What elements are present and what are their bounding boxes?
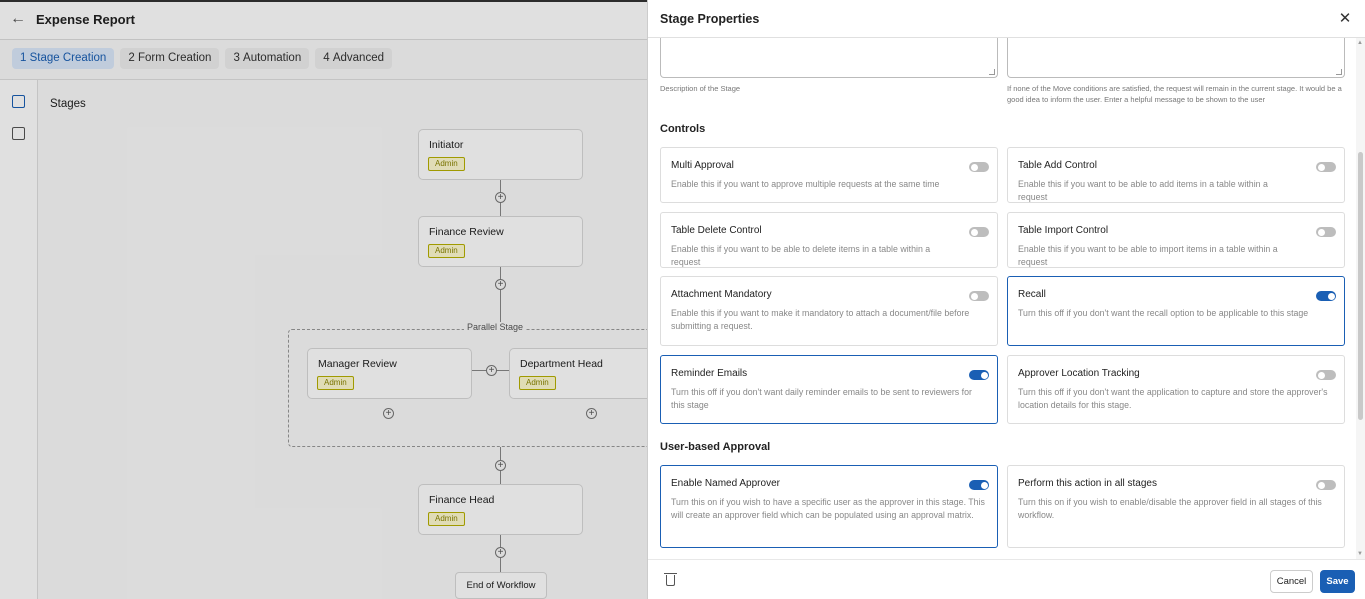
controls-heading: Controls — [660, 123, 706, 135]
approver-location-tracking-toggle[interactable] — [1316, 370, 1336, 380]
card-description: Turn this off if you don't want the appl… — [1018, 387, 1328, 410]
card-title: Approver Location Tracking — [1018, 368, 1140, 379]
panel-title: Stage Properties — [660, 12, 760, 26]
enable-named-approver-toggle[interactable] — [969, 480, 989, 490]
card-description: Turn this on if you wish to enable/disab… — [1018, 497, 1322, 520]
panel-footer: Cancel Save — [648, 559, 1365, 599]
stage-description-help: Description of the Stage — [660, 84, 741, 93]
recall-toggle[interactable] — [1316, 291, 1336, 301]
panel-header: Stage Properties ✕ — [648, 0, 1365, 38]
approval-card-all-stages: Perform this action in all stages Turn t… — [1007, 465, 1345, 548]
resize-grip-icon[interactable] — [989, 69, 995, 75]
card-description: Enable this if you want to be able to de… — [671, 244, 931, 267]
attachment-mandatory-toggle[interactable] — [969, 291, 989, 301]
card-title: Table Import Control — [1018, 225, 1109, 236]
card-description: Turn this off if you don't want the reca… — [1018, 308, 1309, 318]
card-title: Table Delete Control — [671, 225, 762, 236]
card-title: Reminder Emails — [671, 368, 748, 379]
perform-in-all-stages-toggle[interactable] — [1316, 480, 1336, 490]
fallback-message-textarea[interactable] — [1007, 38, 1345, 78]
control-card-approver-location: Approver Location Tracking Turn this off… — [1007, 355, 1345, 424]
card-title: Perform this action in all stages — [1018, 478, 1157, 489]
card-title: Recall — [1018, 289, 1046, 300]
fallback-message-help: If none of the Move conditions are satis… — [1007, 84, 1342, 104]
table-add-control-toggle[interactable] — [1316, 162, 1336, 172]
control-card-table-delete: Table Delete Control Enable this if you … — [660, 212, 998, 268]
card-description: Enable this if you want to make it manda… — [671, 308, 970, 331]
cancel-button[interactable]: Cancel — [1270, 570, 1313, 593]
resize-grip-icon[interactable] — [1336, 69, 1342, 75]
approval-card-named-approver: Enable Named Approver Turn this on if yo… — [660, 465, 998, 548]
control-card-table-import: Table Import Control Enable this if you … — [1007, 212, 1345, 268]
card-description: Enable this if you want to be able to ad… — [1018, 179, 1268, 202]
card-title: Enable Named Approver — [671, 478, 780, 489]
close-icon[interactable]: ✕ — [1338, 11, 1352, 26]
card-description: Turn this off if you don't want daily re… — [671, 387, 972, 410]
modal-backdrop[interactable] — [0, 0, 647, 599]
trash-icon[interactable] — [664, 573, 677, 586]
panel-body: Description of the Stage If none of the … — [648, 38, 1365, 559]
table-delete-control-toggle[interactable] — [969, 227, 989, 237]
card-title: Multi Approval — [671, 160, 734, 171]
scroll-down-icon[interactable]: ▼ — [1357, 551, 1363, 557]
control-card-attachment-mandatory: Attachment Mandatory Enable this if you … — [660, 276, 998, 346]
stage-properties-panel: Stage Properties ✕ Description of the St… — [647, 0, 1365, 599]
stage-description-textarea[interactable] — [660, 38, 998, 78]
control-card-reminder-emails: Reminder Emails Turn this off if you don… — [660, 355, 998, 424]
control-card-multi-approval: Multi Approval Enable this if you want t… — [660, 147, 998, 203]
multi-approval-toggle[interactable] — [969, 162, 989, 172]
card-description: Enable this if you want to be able to im… — [1018, 244, 1278, 267]
card-description: Turn this on if you wish to have a speci… — [671, 497, 985, 520]
control-card-table-add: Table Add Control Enable this if you wan… — [1007, 147, 1345, 203]
scroll-up-icon[interactable]: ▲ — [1357, 40, 1363, 46]
card-title: Table Add Control — [1018, 160, 1097, 171]
reminder-emails-toggle[interactable] — [969, 370, 989, 380]
card-title: Attachment Mandatory — [671, 289, 772, 300]
card-description: Enable this if you want to approve multi… — [671, 179, 940, 189]
save-button[interactable]: Save — [1320, 570, 1355, 593]
table-import-control-toggle[interactable] — [1316, 227, 1336, 237]
scrollbar-thumb[interactable] — [1358, 152, 1363, 420]
control-card-recall: Recall Turn this off if you don't want t… — [1007, 276, 1345, 346]
user-based-approval-heading: User-based Approval — [660, 441, 771, 453]
